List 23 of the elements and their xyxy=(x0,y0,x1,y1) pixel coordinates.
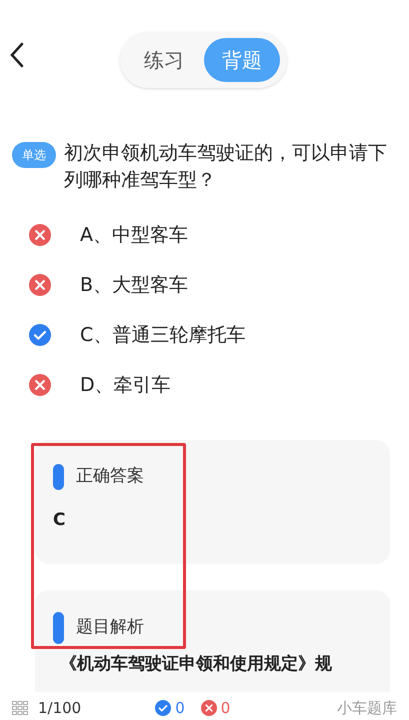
section-marker xyxy=(53,464,64,490)
wrong-count: 0 xyxy=(220,698,230,719)
check-icon xyxy=(155,700,172,716)
question-text: 初次申领机动车驾驶证的，可以申请下列哪种准驾车型？ xyxy=(64,141,388,193)
correct-answer: C xyxy=(53,509,66,532)
section-marker xyxy=(53,612,64,644)
option-label: B、大型客车 xyxy=(80,272,188,298)
answer-option[interactable]: D、牵引车 xyxy=(0,360,409,410)
answer-option[interactable]: B、大型客车 xyxy=(0,260,409,310)
analysis-text: 《机动车驾驶证申领和使用规定》规 xyxy=(60,653,332,676)
option-label: A、中型客车 xyxy=(80,222,188,248)
correct-count: 0 xyxy=(175,698,185,719)
section-title: 正确答案 xyxy=(76,465,144,488)
progress-counter: 1/100 xyxy=(38,698,82,719)
mode-tab[interactable]: 练习 xyxy=(126,38,202,82)
question-type-badge: 单选 xyxy=(12,142,56,168)
back-icon[interactable] xyxy=(10,42,24,68)
option-label: C、普通三轮摩托车 xyxy=(80,322,246,348)
option-label: D、牵引车 xyxy=(80,372,171,398)
answer-option[interactable]: A、中型客车 xyxy=(0,210,409,260)
section-title: 题目解析 xyxy=(76,616,144,640)
cross-icon xyxy=(200,700,217,716)
answer-option[interactable]: C、普通三轮摩托车 xyxy=(0,310,409,360)
